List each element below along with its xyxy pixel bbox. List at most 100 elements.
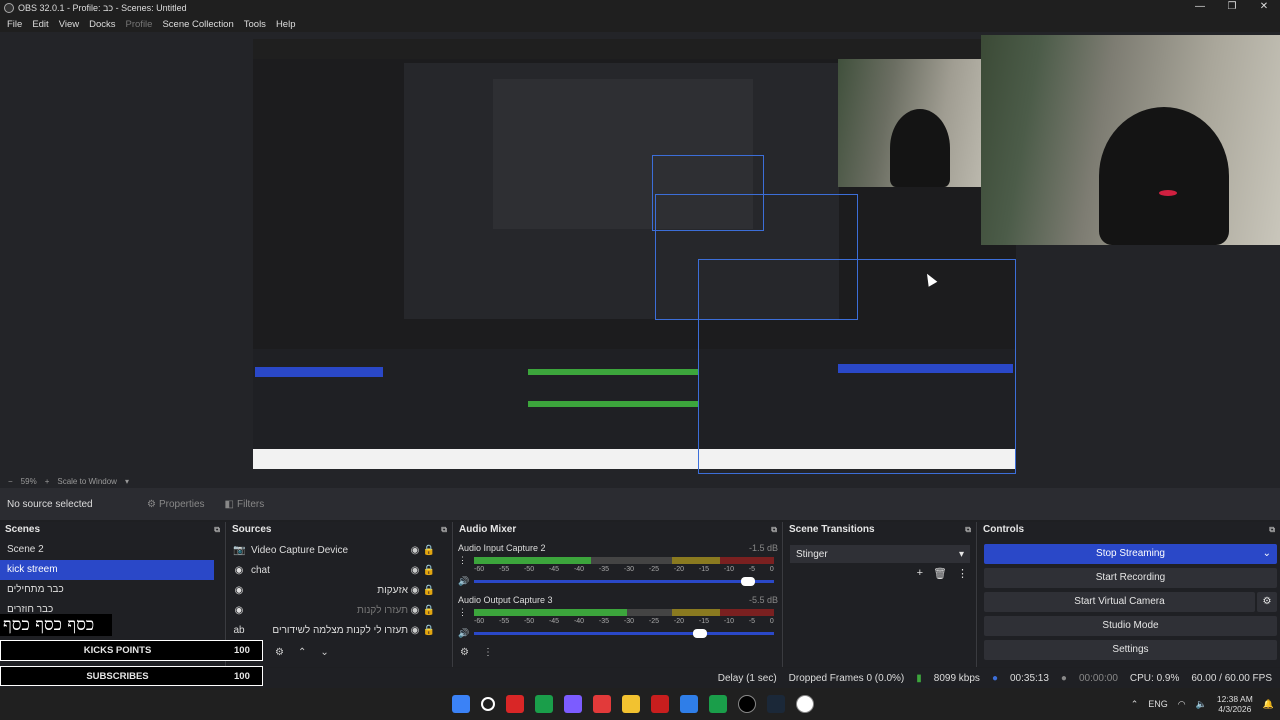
source-item[interactable]: ◉ chat ◉ 🔒 [227, 560, 442, 580]
minimize-button[interactable]: — [1184, 0, 1216, 16]
steam-icon[interactable] [767, 695, 785, 713]
start-recording-button[interactable]: Start Recording [984, 568, 1277, 588]
filters-button[interactable]: ◧ Filters [225, 499, 265, 510]
more-options-icon[interactable]: ⋮ [957, 567, 968, 580]
source-name: chat [251, 564, 270, 576]
tick-label: -10 [723, 566, 734, 573]
eye-icon[interactable]: ◉ [408, 585, 422, 596]
channel-db: -1.5 dB [748, 543, 778, 553]
app-icon[interactable] [651, 695, 669, 713]
menu-help[interactable]: Help [271, 19, 301, 30]
hebrew-overlay-text: כסף כסף כסף [0, 614, 112, 636]
dock-float-icon[interactable]: ⧉ [1269, 525, 1275, 535]
virtual-camera-settings-gear-icon[interactable]: ⚙ [1257, 592, 1277, 612]
dock-float-icon[interactable]: ⧉ [965, 525, 971, 535]
close-button[interactable]: ✕ [1248, 0, 1280, 16]
menu-docks[interactable]: Docks [84, 19, 120, 30]
transition-select[interactable]: Stinger ▾ [790, 545, 970, 563]
move-up-icon[interactable]: ⌃ [298, 647, 306, 658]
volume-meter [474, 609, 774, 616]
menu-scene-collection[interactable]: Scene Collection [157, 19, 238, 30]
edge-icon[interactable] [709, 695, 727, 713]
volume-slider[interactable] [474, 576, 774, 586]
stop-streaming-button[interactable]: Stop Streaming ⌄ [984, 544, 1277, 564]
eye-icon[interactable]: ◉ [408, 545, 422, 556]
search-icon[interactable] [481, 697, 495, 711]
capcut-icon[interactable] [738, 695, 756, 713]
notification-bell-icon[interactable]: 🔔 [1263, 699, 1274, 710]
trash-icon[interactable]: 🗑 [933, 567, 947, 580]
chrome-icon[interactable] [535, 695, 553, 713]
more-options-icon[interactable]: ⋮ [483, 647, 493, 658]
lock-icon[interactable]: 🔒 [422, 565, 436, 576]
chevron-down-icon[interactable]: ▾ [125, 477, 129, 486]
speaker-icon[interactable]: 🔊 [458, 576, 472, 587]
more-options-icon[interactable]: ⋮ [458, 607, 470, 618]
file-explorer-icon[interactable] [622, 695, 640, 713]
language-indicator[interactable]: ENG [1148, 699, 1168, 709]
menu-edit[interactable]: Edit [27, 19, 53, 30]
scene-item[interactable]: Scene 2 [0, 540, 214, 560]
menu-profile[interactable]: Profile [121, 19, 158, 30]
advanced-audio-icon[interactable]: ⚙ [460, 647, 469, 658]
lock-icon[interactable]: 🔒 [422, 605, 436, 616]
restore-button[interactable]: ❐ [1216, 0, 1248, 16]
scale-mode[interactable]: Scale to Window [57, 477, 117, 486]
preview-scale-bar: − 59% + Scale to Window ▾ [0, 474, 1280, 488]
studio-mode-button[interactable]: Studio Mode [984, 616, 1277, 636]
move-down-icon[interactable]: ⌄ [320, 647, 328, 658]
tick-label: -30 [623, 566, 635, 573]
start-virtual-camera-button[interactable]: Start Virtual Camera [984, 592, 1255, 612]
menu-tools[interactable]: Tools [239, 19, 271, 30]
clock[interactable]: 12:38 AM 4/3/2026 [1217, 694, 1253, 714]
source-item[interactable]: ◉ אזעקות ◉ 🔒 [227, 580, 442, 600]
window-title: OBS 32.0.1 - Profile: כב - Scenes: Untit… [18, 3, 187, 13]
gear-icon: ⚙ [147, 498, 156, 510]
eye-icon[interactable]: ◉ [408, 605, 422, 616]
settings-button[interactable]: Settings [984, 640, 1277, 660]
menu-view[interactable]: View [54, 19, 84, 30]
volume-slider[interactable] [474, 628, 774, 638]
text-icon: ab [233, 624, 245, 636]
audio-mixer-dock: Audio Mixer ⧉ Audio Input Capture 2 -1.5 … [454, 522, 783, 667]
eye-icon[interactable]: ◉ [408, 625, 422, 636]
app-icon[interactable] [506, 695, 524, 713]
chevron-up-icon[interactable]: ⌃ [1131, 699, 1139, 710]
lock-icon[interactable]: 🔒 [422, 545, 436, 556]
chevron-down-icon[interactable]: ⌄ [1263, 544, 1271, 564]
properties-button[interactable]: ⚙ Properties [147, 499, 205, 510]
channel-name: Audio Output Capture 3 [458, 595, 553, 605]
discord-icon[interactable] [564, 695, 582, 713]
source-item[interactable]: 📷 Video Capture Device ◉ 🔒 [227, 540, 442, 560]
source-item[interactable]: ab תעזרו לי לקנות מצלמה לשידורים ◉ 🔒 [227, 620, 442, 640]
windows-start-icon[interactable] [452, 695, 470, 713]
volume-icon[interactable]: 🔈 [1196, 699, 1207, 710]
zoom-in-icon[interactable]: + [45, 477, 50, 486]
scene-item-active[interactable]: kick streem [0, 560, 214, 580]
lock-icon[interactable]: 🔒 [422, 585, 436, 596]
menu-file[interactable]: File [2, 19, 27, 30]
dock-float-icon[interactable]: ⧉ [771, 525, 777, 535]
source-properties-icon[interactable]: ⚙ [275, 647, 284, 658]
lock-icon[interactable]: 🔒 [422, 625, 436, 636]
source-item[interactable]: ◉ תעזרו לקנות ◉ 🔒 [227, 600, 442, 620]
mixer-channel: Audio Input Capture 2 -1.5 dB ⋮ -60 -55 -50 -4… [454, 543, 782, 587]
scene-item[interactable]: כבר מתחילים [0, 580, 214, 600]
add-transition-icon[interactable]: + [917, 567, 923, 580]
browser-icon: ◉ [234, 604, 244, 616]
speaker-icon[interactable]: 🔊 [458, 628, 472, 639]
signal-icon: ▮ [916, 672, 922, 684]
more-options-icon[interactable]: ⋮ [458, 555, 470, 566]
app-icon[interactable] [796, 695, 814, 713]
store-icon[interactable] [680, 695, 698, 713]
wifi-icon[interactable]: ◠ [1178, 699, 1186, 710]
obs-icon[interactable] [593, 695, 611, 713]
eye-icon[interactable]: ◉ [408, 565, 422, 576]
volume-meter [474, 557, 774, 564]
zoom-out-icon[interactable]: − [8, 477, 13, 486]
mixer-dock-title: Audio Mixer ⧉ [454, 522, 782, 537]
dock-float-icon[interactable]: ⧉ [441, 525, 447, 535]
tick-label: -25 [648, 566, 660, 573]
dock-float-icon[interactable]: ⧉ [214, 525, 220, 535]
filters-label: Filters [237, 498, 265, 510]
